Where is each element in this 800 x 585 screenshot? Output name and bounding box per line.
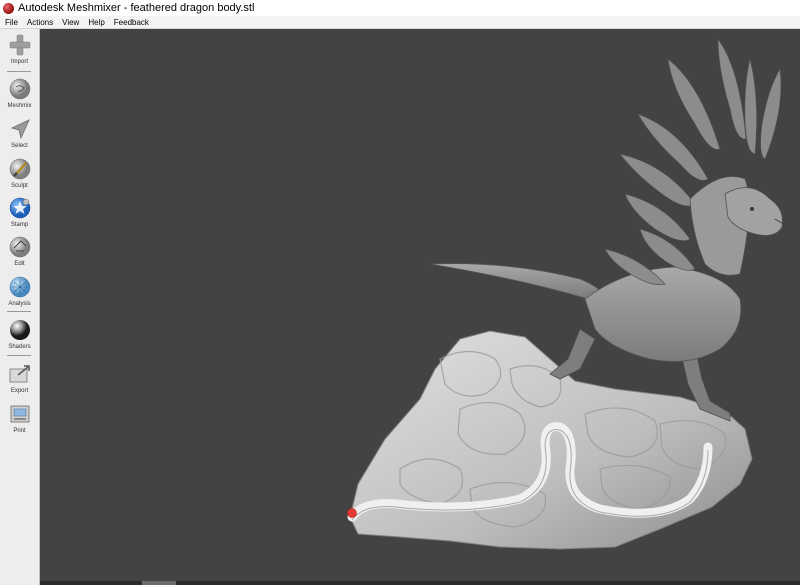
stamp-button[interactable]: Stamp [0, 196, 39, 228]
import-button[interactable]: Import [0, 33, 39, 65]
shaders-button[interactable]: Shaders [0, 318, 39, 350]
edit-label: Edit [14, 261, 25, 267]
plus-icon [8, 33, 32, 57]
divider [7, 71, 31, 72]
menu-view[interactable]: View [58, 18, 83, 27]
title-bar: Autodesk Meshmixer - feathered dragon bo… [0, 0, 800, 16]
menu-help[interactable]: Help [84, 18, 108, 27]
shaders-label: Shaders [8, 344, 31, 350]
meshmixer-icon [3, 2, 14, 14]
menu-actions[interactable]: Actions [23, 18, 57, 27]
status-strip [40, 581, 800, 585]
window-title: Autodesk Meshmixer - feathered dragon bo… [18, 2, 255, 14]
import-label: Import [10, 59, 28, 65]
sculpt-label: Sculpt [11, 183, 28, 189]
print-button[interactable]: Print [0, 402, 39, 434]
brush-icon [8, 157, 32, 181]
analysis-button[interactable]: Analysis [0, 275, 39, 307]
arrow-cursor-icon [8, 117, 32, 141]
dragon-leg-back [549, 328, 596, 380]
select-button[interactable]: Select [0, 117, 39, 149]
dragon-mesh [347, 37, 786, 550]
stamp-label: Stamp [10, 222, 29, 228]
edit-icon [8, 235, 32, 259]
edit-button[interactable]: Edit [0, 235, 39, 267]
menu-file[interactable]: File [1, 18, 22, 27]
scroll-thumb[interactable] [142, 581, 176, 585]
divider [7, 311, 31, 312]
meshmix-label: Meshmix [7, 103, 32, 109]
stamp-icon [8, 196, 32, 220]
menu-feedback[interactable]: Feedback [110, 18, 153, 27]
sphere-icon [8, 318, 32, 342]
meshmix-button[interactable]: Meshmix [0, 77, 39, 109]
sculpt-button[interactable]: Sculpt [0, 157, 39, 189]
meshmix-icon [8, 77, 32, 101]
dragon-body [584, 266, 742, 362]
dragon-wing [604, 37, 782, 285]
select-label: Select [11, 143, 28, 149]
printer-icon [8, 402, 32, 426]
dragon-tail [429, 263, 606, 300]
3d-viewport[interactable] [40, 29, 800, 581]
divider [7, 355, 31, 356]
pivot-marker [347, 508, 357, 518]
analysis-icon [8, 275, 32, 299]
print-label: Print [13, 428, 26, 434]
menu-bar: File Actions View Help Feedback [0, 16, 800, 29]
export-button[interactable]: Export [0, 362, 39, 394]
export-icon [8, 362, 32, 386]
tool-sidebar: Import Meshmix Select Sculpt Stamp Edit … [0, 29, 40, 585]
analysis-label: Analysis [8, 301, 31, 307]
export-label: Export [10, 388, 29, 394]
